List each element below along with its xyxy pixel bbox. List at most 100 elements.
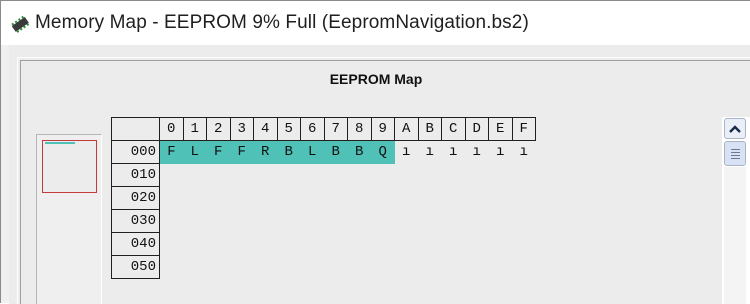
memory-cell[interactable] bbox=[418, 187, 442, 210]
memory-cell[interactable] bbox=[442, 164, 466, 187]
memory-cell[interactable] bbox=[160, 164, 184, 187]
memory-cell[interactable]: B bbox=[347, 140, 371, 164]
memory-cell[interactable] bbox=[324, 187, 348, 210]
memory-cell[interactable] bbox=[254, 233, 278, 256]
memory-cell[interactable]: B bbox=[324, 140, 348, 164]
memory-cell[interactable] bbox=[254, 210, 278, 233]
memory-cell[interactable]: ı bbox=[418, 141, 442, 164]
memory-cell[interactable] bbox=[418, 233, 442, 256]
memory-cell[interactable] bbox=[371, 187, 395, 210]
memory-cell[interactable] bbox=[301, 164, 325, 187]
memory-cell[interactable]: R bbox=[253, 140, 277, 164]
memory-cell[interactable] bbox=[277, 256, 301, 279]
memory-cell[interactable] bbox=[324, 210, 348, 233]
memory-cell[interactable] bbox=[348, 210, 372, 233]
memory-cell[interactable] bbox=[395, 233, 419, 256]
memory-cell[interactable] bbox=[489, 210, 513, 233]
memory-cell[interactable] bbox=[160, 233, 184, 256]
memory-cell[interactable] bbox=[160, 210, 184, 233]
memory-cell[interactable] bbox=[254, 164, 278, 187]
memory-cell[interactable] bbox=[465, 164, 489, 187]
memory-cell[interactable] bbox=[348, 164, 372, 187]
memory-cell[interactable] bbox=[465, 187, 489, 210]
memory-cell[interactable] bbox=[465, 233, 489, 256]
memory-cell[interactable] bbox=[348, 256, 372, 279]
memory-cell[interactable]: L bbox=[183, 140, 207, 164]
memory-cell[interactable] bbox=[418, 256, 442, 279]
memory-cell[interactable] bbox=[371, 164, 395, 187]
memory-cell[interactable] bbox=[371, 256, 395, 279]
memory-cell[interactable] bbox=[442, 210, 466, 233]
memory-cell[interactable] bbox=[207, 210, 231, 233]
memory-cell[interactable]: B bbox=[277, 140, 301, 164]
memory-cell[interactable] bbox=[348, 233, 372, 256]
memory-cell[interactable] bbox=[418, 164, 442, 187]
memory-cell[interactable] bbox=[207, 233, 231, 256]
memory-cell[interactable] bbox=[395, 256, 419, 279]
memory-cell[interactable] bbox=[324, 256, 348, 279]
memory-cell[interactable]: L bbox=[300, 140, 324, 164]
scroll-up-button[interactable] bbox=[724, 118, 746, 139]
memory-cell[interactable] bbox=[512, 164, 536, 187]
memory-cell[interactable] bbox=[230, 233, 254, 256]
memory-cell[interactable]: ı bbox=[512, 141, 536, 164]
memory-cell[interactable] bbox=[183, 233, 207, 256]
memory-cell[interactable] bbox=[277, 187, 301, 210]
memory-cell[interactable] bbox=[277, 210, 301, 233]
memory-cell[interactable] bbox=[160, 187, 184, 210]
memory-cell[interactable] bbox=[207, 256, 231, 279]
memory-cell[interactable] bbox=[512, 187, 536, 210]
memory-cell[interactable] bbox=[230, 210, 254, 233]
memory-cell[interactable] bbox=[442, 187, 466, 210]
memory-cell[interactable] bbox=[183, 210, 207, 233]
memory-cell[interactable] bbox=[230, 164, 254, 187]
memory-cell[interactable] bbox=[160, 256, 184, 279]
memory-cell[interactable] bbox=[230, 187, 254, 210]
memory-cell[interactable] bbox=[465, 210, 489, 233]
memory-cell[interactable] bbox=[230, 256, 254, 279]
memory-cell[interactable] bbox=[254, 256, 278, 279]
memory-cell[interactable] bbox=[183, 187, 207, 210]
memory-cell[interactable] bbox=[183, 164, 207, 187]
memory-cell[interactable]: F bbox=[159, 140, 183, 164]
overview-viewport-frame[interactable] bbox=[42, 140, 97, 193]
memory-cell[interactable] bbox=[301, 187, 325, 210]
memory-cell[interactable] bbox=[395, 164, 419, 187]
memory-cell[interactable] bbox=[348, 187, 372, 210]
memory-cell[interactable] bbox=[442, 233, 466, 256]
memory-cell[interactable] bbox=[371, 210, 395, 233]
memory-cell[interactable] bbox=[301, 233, 325, 256]
memory-cell[interactable] bbox=[512, 256, 536, 279]
memory-cell[interactable] bbox=[277, 164, 301, 187]
memory-cell[interactable]: Q bbox=[371, 140, 395, 164]
memory-cell[interactable] bbox=[489, 256, 513, 279]
memory-cell[interactable] bbox=[301, 210, 325, 233]
memory-cell[interactable] bbox=[512, 233, 536, 256]
memory-cell[interactable] bbox=[395, 210, 419, 233]
memory-cell[interactable] bbox=[489, 233, 513, 256]
memory-cell[interactable] bbox=[254, 187, 278, 210]
memory-cell[interactable] bbox=[418, 210, 442, 233]
memory-cell[interactable] bbox=[512, 210, 536, 233]
memory-cell[interactable] bbox=[395, 187, 419, 210]
memory-cell[interactable] bbox=[207, 164, 231, 187]
memory-cell[interactable]: F bbox=[206, 140, 230, 164]
memory-cell[interactable]: ı bbox=[395, 141, 419, 164]
memory-cell[interactable] bbox=[207, 187, 231, 210]
memory-cell[interactable] bbox=[183, 256, 207, 279]
memory-cell[interactable] bbox=[489, 187, 513, 210]
memory-cell[interactable]: ı bbox=[442, 141, 466, 164]
memory-cell[interactable] bbox=[301, 256, 325, 279]
memory-cell[interactable] bbox=[442, 256, 466, 279]
memory-cell[interactable] bbox=[371, 233, 395, 256]
memory-cell[interactable]: F bbox=[230, 140, 254, 164]
memory-cell[interactable]: ı bbox=[465, 141, 489, 164]
title-bar[interactable]: Memory Map - EEPROM 9% Full (EepromNavig… bbox=[1, 1, 750, 45]
memory-cell[interactable] bbox=[324, 164, 348, 187]
memory-cell[interactable] bbox=[277, 233, 301, 256]
memory-cell[interactable] bbox=[465, 256, 489, 279]
scrollbar-thumb[interactable] bbox=[724, 141, 746, 166]
memory-cell[interactable] bbox=[324, 233, 348, 256]
memory-cell[interactable]: ı bbox=[489, 141, 513, 164]
scrollbar-track[interactable] bbox=[724, 167, 746, 304]
